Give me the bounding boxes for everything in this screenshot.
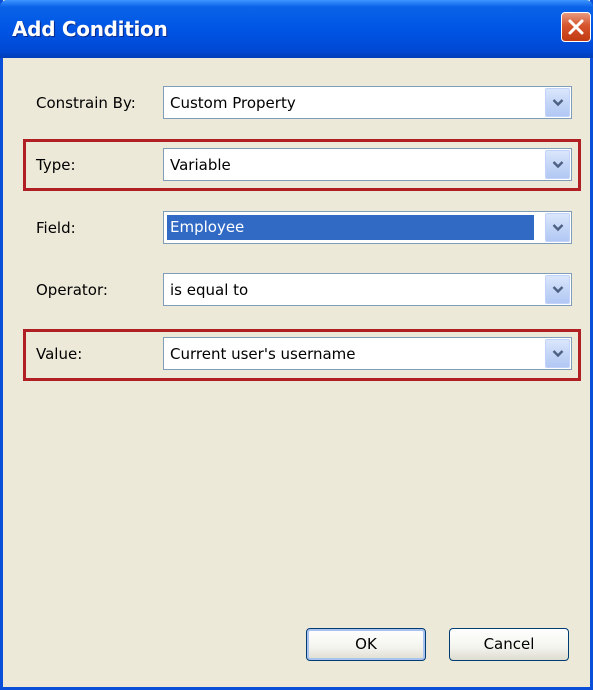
field-dropdown[interactable]: Employee — [163, 211, 572, 244]
type-label: Type: — [36, 156, 76, 174]
title-bar[interactable]: Add Condition — [0, 0, 593, 58]
constrain-by-dropdown-button[interactable] — [545, 88, 570, 117]
add-condition-dialog: Add Condition Constrain By: Custom Prope… — [0, 0, 593, 690]
operator-label: Operator: — [36, 281, 108, 299]
dialog-title: Add Condition — [12, 17, 168, 41]
type-dropdown[interactable]: Variable — [163, 148, 572, 181]
value-label: Value: — [36, 345, 83, 363]
chevron-down-icon — [552, 99, 564, 107]
operator-dropdown-button[interactable] — [545, 275, 570, 304]
value-dropdown-button[interactable] — [545, 339, 570, 368]
ok-button[interactable]: OK — [306, 628, 426, 661]
chevron-down-icon — [552, 350, 564, 358]
constrain-by-label: Constrain By: — [36, 94, 136, 112]
type-value: Variable — [170, 156, 231, 174]
constrain-by-value: Custom Property — [170, 94, 296, 112]
close-button[interactable] — [561, 12, 591, 42]
field-value: Employee — [167, 215, 534, 240]
chevron-down-icon — [552, 286, 564, 294]
cancel-button[interactable]: Cancel — [449, 628, 569, 661]
operator-dropdown[interactable]: is equal to — [163, 273, 572, 306]
operator-value: is equal to — [170, 281, 249, 299]
type-dropdown-button[interactable] — [545, 150, 570, 179]
value-value: Current user's username — [170, 345, 356, 363]
value-dropdown[interactable]: Current user's username — [163, 337, 572, 370]
constrain-by-dropdown[interactable]: Custom Property — [163, 86, 572, 119]
field-label: Field: — [36, 219, 76, 237]
field-dropdown-button[interactable] — [545, 213, 570, 242]
chevron-down-icon — [552, 224, 564, 232]
close-icon — [568, 19, 584, 35]
chevron-down-icon — [552, 161, 564, 169]
